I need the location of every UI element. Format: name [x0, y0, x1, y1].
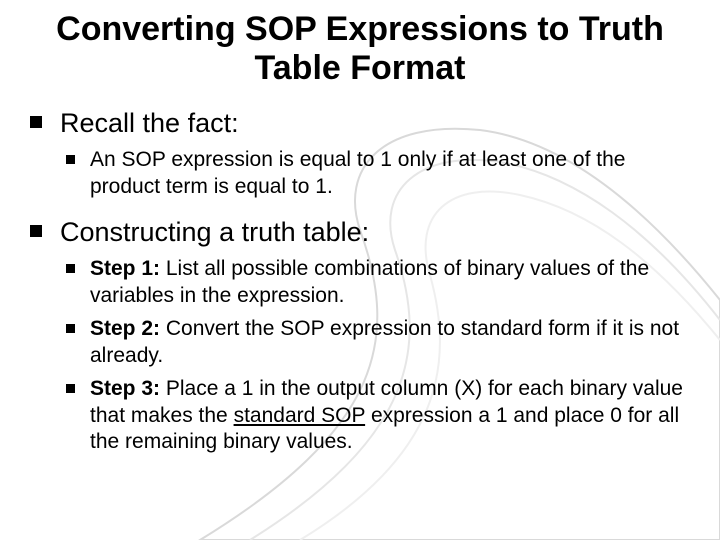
sub-item-step1: Step 1: List all possible combinations o… — [60, 256, 694, 310]
square-bullet-icon — [30, 225, 42, 237]
square-bullet-icon — [66, 324, 75, 333]
sub-item-step2: Step 2: Convert the SOP expression to st… — [60, 316, 694, 370]
bullet-list-level2: Step 1: List all possible combinations o… — [60, 256, 694, 456]
square-bullet-icon — [30, 116, 42, 128]
square-bullet-icon — [66, 384, 75, 393]
underlined-phrase: standard SOP — [234, 404, 366, 427]
slide-content: Converting SOP Expressions to Truth Tabl… — [0, 0, 720, 540]
sub-item-step3: Step 3: Place a 1 in the output column (… — [60, 376, 694, 457]
sub-item-text: Step 3: Place a 1 in the output column (… — [90, 377, 683, 454]
list-item-recall: Recall the fact: An SOP expression is eq… — [26, 106, 694, 201]
sub-item: An SOP expression is equal to 1 only if … — [60, 147, 694, 201]
square-bullet-icon — [66, 264, 75, 273]
sub-item-text: Step 1: List all possible combinations o… — [90, 257, 649, 307]
sub-item-text: An SOP expression is equal to 1 only if … — [90, 148, 625, 198]
list-item-label: Constructing a truth table: — [60, 217, 369, 247]
step-body: Convert the SOP expression to standard f… — [90, 317, 679, 367]
step-label: Step 2: — [90, 317, 160, 340]
slide-title: Converting SOP Expressions to Truth Tabl… — [26, 10, 694, 88]
list-item-constructing: Constructing a truth table: Step 1: List… — [26, 215, 694, 456]
sub-item-text: Step 2: Convert the SOP expression to st… — [90, 317, 679, 367]
bullet-list-level1: Recall the fact: An SOP expression is eq… — [26, 106, 694, 456]
step-label: Step 1: — [90, 257, 160, 280]
step-label: Step 3: — [90, 377, 160, 400]
list-item-label: Recall the fact: — [60, 108, 239, 138]
step-body: List all possible combinations of binary… — [90, 257, 649, 307]
bullet-list-level2: An SOP expression is equal to 1 only if … — [60, 147, 694, 201]
square-bullet-icon — [66, 155, 75, 164]
